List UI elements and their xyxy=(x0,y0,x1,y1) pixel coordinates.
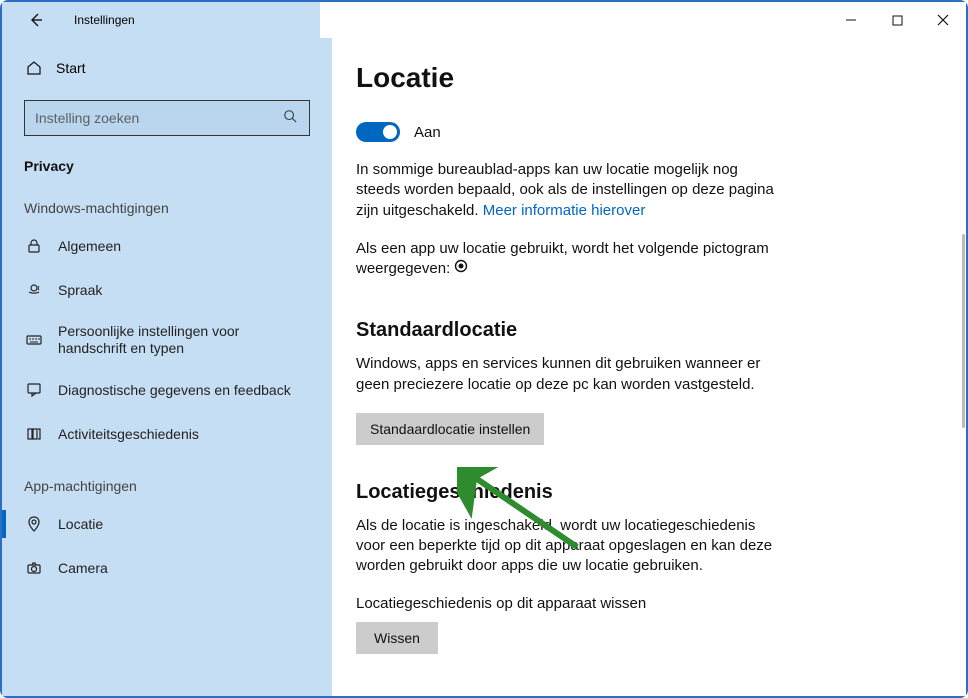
sidebar-item-diagnostics[interactable]: Diagnostische gegevens en feedback xyxy=(2,368,332,412)
minimize-icon xyxy=(845,14,857,26)
location-usage-note: Als een app uw locatie gebruikt, wordt h… xyxy=(356,239,776,280)
window-controls xyxy=(828,2,966,38)
sidebar-item-camera[interactable]: Camera xyxy=(2,546,332,590)
clear-history-label: Locatiegeschiedenis op dit apparaat wiss… xyxy=(356,595,938,612)
camera-icon xyxy=(24,560,44,576)
sidebar-item-label: Spraak xyxy=(58,282,102,299)
titlebar: Instellingen xyxy=(2,2,966,38)
sidebar-item-label: Persoonlijke instellingen voor handschri… xyxy=(58,323,308,357)
location-toggle-row: Aan xyxy=(356,122,938,142)
content-area: Start Privacy Windows-machtigingen Algem… xyxy=(2,38,966,696)
search-wrap xyxy=(2,92,332,148)
sidebar-item-label: Locatie xyxy=(58,516,103,533)
titlebar-left: Instellingen xyxy=(2,2,332,38)
group-app-permissions: App-machtigingen xyxy=(2,456,332,502)
sidebar-item-label: Activiteitsgeschiedenis xyxy=(58,426,199,443)
page-title: Locatie xyxy=(356,62,938,94)
maximize-button[interactable] xyxy=(874,2,920,38)
search-icon xyxy=(283,109,299,128)
toggle-knob xyxy=(383,125,397,139)
typing-icon xyxy=(24,332,44,348)
close-icon xyxy=(937,14,949,26)
sidebar-item-general[interactable]: Algemeen xyxy=(2,224,332,268)
sidebar-item-inking[interactable]: Persoonlijke instellingen voor handschri… xyxy=(2,312,332,368)
clear-history-button[interactable]: Wissen xyxy=(356,622,438,654)
sidebar-item-location[interactable]: Locatie xyxy=(2,502,332,546)
privacy-heading: Privacy xyxy=(2,148,332,178)
location-toggle[interactable] xyxy=(356,122,400,142)
search-input[interactable] xyxy=(35,110,283,126)
location-icon xyxy=(24,516,44,532)
desktop-apps-note: In sommige bureaublad-apps kan uw locati… xyxy=(356,160,776,221)
more-info-link[interactable]: Meer informatie hierover xyxy=(483,202,646,219)
note-text: Als een app uw locatie gebruikt, wordt h… xyxy=(356,240,769,277)
search-box[interactable] xyxy=(24,100,310,136)
home-icon xyxy=(24,60,44,76)
window-title: Instellingen xyxy=(74,13,135,27)
history-icon xyxy=(24,426,44,442)
main-panel: Locatie Aan In sommige bureaublad-apps k… xyxy=(332,38,966,696)
sidebar-item-activity[interactable]: Activiteitsgeschiedenis xyxy=(2,412,332,456)
arrow-left-icon xyxy=(28,12,44,28)
sidebar: Start Privacy Windows-machtigingen Algem… xyxy=(2,38,332,696)
toggle-label: Aan xyxy=(414,124,441,141)
home-button[interactable]: Start xyxy=(2,44,332,92)
scrollbar[interactable] xyxy=(960,38,966,692)
feedback-icon xyxy=(24,382,44,398)
sidebar-item-speech[interactable]: Spraak xyxy=(2,268,332,312)
scrollbar-thumb[interactable] xyxy=(962,234,965,428)
set-default-location-button[interactable]: Standaardlocatie instellen xyxy=(356,413,544,445)
sidebar-item-label: Algemeen xyxy=(58,238,121,255)
default-location-heading: Standaardlocatie xyxy=(356,319,938,342)
settings-window: Instellingen Start Privacy Windows-macht… xyxy=(2,2,966,696)
sidebar-item-label: Camera xyxy=(58,560,108,577)
sidebar-item-label: Diagnostische gegevens en feedback xyxy=(58,382,291,399)
location-indicator-icon xyxy=(454,259,468,279)
location-history-desc: Als de locatie is ingeschakeld, wordt uw… xyxy=(356,516,776,577)
back-button[interactable] xyxy=(26,10,46,30)
close-button[interactable] xyxy=(920,2,966,38)
minimize-button[interactable] xyxy=(828,2,874,38)
maximize-icon xyxy=(892,15,903,26)
group-windows-permissions: Windows-machtigingen xyxy=(2,178,332,224)
home-label: Start xyxy=(56,60,86,76)
lock-icon xyxy=(24,238,44,254)
speech-icon xyxy=(24,282,44,298)
location-history-heading: Locatiegeschiedenis xyxy=(356,481,938,504)
default-location-desc: Windows, apps en services kunnen dit geb… xyxy=(356,354,776,395)
